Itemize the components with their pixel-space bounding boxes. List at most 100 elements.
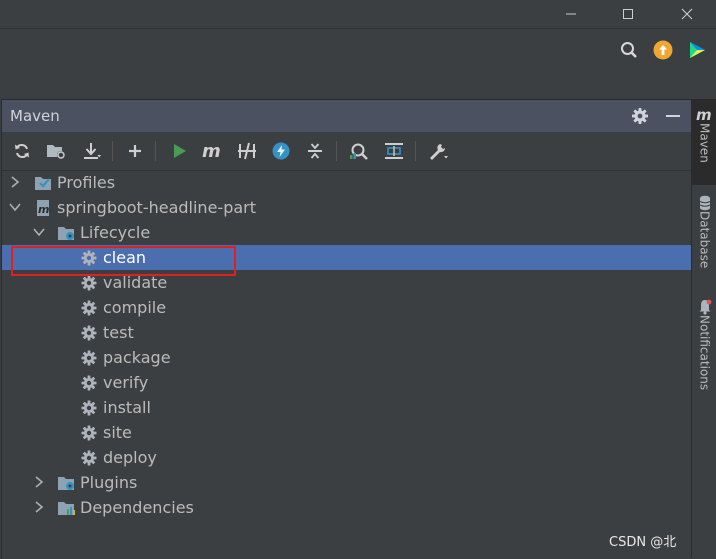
panel-title: Maven: [10, 107, 60, 125]
add-project-button[interactable]: [123, 139, 147, 163]
maven-project-icon: m: [37, 200, 49, 216]
maven-tool-window: Maven m Profiles m springboot-headline-p…: [1, 99, 692, 559]
collapse-all-icon: [308, 143, 322, 159]
analyze-dependencies-button[interactable]: [347, 139, 371, 163]
download-sources-button[interactable]: [80, 139, 104, 163]
tree-node-goal-verify[interactable]: verify: [2, 370, 692, 395]
database-icon: [699, 195, 710, 211]
tree-node-label: validate: [103, 273, 168, 292]
maximize-icon: [623, 9, 633, 19]
panel-header: Maven: [2, 100, 692, 132]
profiles-folder-icon: [35, 177, 51, 190]
watermark: CSDN @北: [609, 535, 677, 550]
minimize-icon: [566, 13, 576, 15]
toggle-offline-icon: [238, 142, 256, 160]
show-diagram-icon: [385, 143, 403, 159]
reload-projects-button[interactable]: [10, 139, 34, 163]
gear-icon: [81, 325, 97, 341]
tree-node-goal-validate[interactable]: validate: [2, 270, 692, 295]
skip-tests-button[interactable]: [269, 139, 293, 163]
gear-icon: [81, 250, 97, 266]
gear-icon: [81, 300, 97, 316]
generate-sources-icon: [47, 145, 65, 159]
ide-update-button[interactable]: [652, 39, 674, 61]
maven-toolbar: m: [2, 132, 692, 171]
chevron-down-icon[interactable]: [32, 225, 46, 239]
build-tool-settings-button[interactable]: [426, 139, 450, 163]
tree-node-lifecycle[interactable]: Lifecycle: [2, 220, 692, 245]
hide-panel-button[interactable]: [663, 106, 683, 126]
tab-database[interactable]: Database: [692, 195, 716, 285]
gear-icon: [81, 275, 97, 291]
analyze-dependencies-icon: [350, 143, 368, 160]
reload-icon: [15, 144, 29, 158]
tree-node-goal-install[interactable]: install: [2, 395, 692, 420]
bell-icon: [699, 299, 711, 315]
tree-node-label: verify: [103, 373, 149, 392]
tree-node-goal-clean[interactable]: clean: [2, 245, 692, 270]
collapse-all-button[interactable]: [303, 139, 327, 163]
tree-node-goal-package[interactable]: package: [2, 345, 692, 370]
tree-node-dependencies[interactable]: Dependencies: [2, 495, 692, 520]
tree-node-label: clean: [103, 248, 147, 267]
minimize-panel-icon: [666, 115, 680, 117]
tab-label: Database: [697, 211, 712, 269]
tree-node-label: deploy: [103, 448, 157, 467]
tree-node-label: springboot-headline-part: [57, 198, 256, 217]
tree-node-goal-compile[interactable]: compile: [2, 295, 692, 320]
tab-maven[interactable]: m Maven: [692, 99, 716, 185]
toggle-offline-mode-button[interactable]: [235, 139, 259, 163]
toolbox-button[interactable]: [686, 39, 708, 61]
tree-node-goal-deploy[interactable]: deploy: [2, 445, 692, 470]
tree-node-plugins[interactable]: Plugins: [2, 470, 692, 495]
maven-goal-icon: m: [202, 142, 221, 160]
run-maven-build-button[interactable]: [167, 139, 191, 163]
right-tool-stripe: m Maven Database Notifications: [691, 99, 716, 558]
gear-icon: [81, 400, 97, 416]
tree-node-label: Dependencies: [80, 498, 194, 517]
maven-icon: m: [696, 107, 712, 123]
title-bar: [0, 0, 716, 28]
generate-sources-button[interactable]: [44, 139, 68, 163]
close-icon: [681, 8, 693, 20]
tab-notifications[interactable]: Notifications: [692, 299, 716, 409]
add-icon: [129, 145, 141, 157]
tree-node-label: Profiles: [57, 173, 116, 192]
lifecycle-folder-icon: [58, 227, 74, 240]
chevron-down-icon[interactable]: [8, 200, 22, 214]
chevron-right-icon[interactable]: [32, 475, 46, 489]
tree-node-goal-test[interactable]: test: [2, 320, 692, 345]
close-window-button[interactable]: [664, 0, 710, 28]
gear-icon: [81, 450, 97, 466]
tree-node-goal-site[interactable]: site: [2, 420, 692, 445]
update-icon: [653, 40, 673, 60]
svg-text:m: m: [696, 107, 712, 123]
minimize-window-button[interactable]: [548, 0, 594, 28]
execute-goal-button[interactable]: m: [200, 139, 224, 163]
maximize-window-button[interactable]: [605, 0, 651, 28]
chevron-right-icon[interactable]: [32, 500, 46, 514]
show-dependencies-button[interactable]: [382, 139, 406, 163]
search-icon: [621, 42, 637, 58]
plugins-folder-icon: [58, 477, 74, 490]
skip-tests-icon: [272, 142, 290, 160]
chevron-right-icon[interactable]: [8, 175, 22, 189]
run-icon: [174, 144, 186, 158]
tree-node-project[interactable]: m springboot-headline-part: [2, 195, 692, 220]
svg-text:m: m: [38, 203, 49, 216]
tree-node-profiles[interactable]: Profiles: [2, 170, 692, 195]
tree-node-label: Plugins: [80, 473, 138, 492]
panel-options-button[interactable]: [630, 106, 650, 126]
tree-node-label: compile: [103, 298, 167, 317]
search-everywhere-button[interactable]: [618, 39, 640, 61]
gear-icon: [81, 350, 97, 366]
gear-icon: [81, 425, 97, 441]
tree-node-label: site: [103, 423, 132, 442]
tree-node-label: Lifecycle: [80, 223, 151, 242]
tab-label: Maven: [697, 123, 712, 163]
settings-wrench-icon: [430, 144, 448, 160]
tab-label: Notifications: [697, 315, 712, 391]
gear-icon: [81, 375, 97, 391]
dependencies-folder-icon: [58, 502, 75, 515]
jetbrains-toolbox-icon: [690, 42, 705, 58]
